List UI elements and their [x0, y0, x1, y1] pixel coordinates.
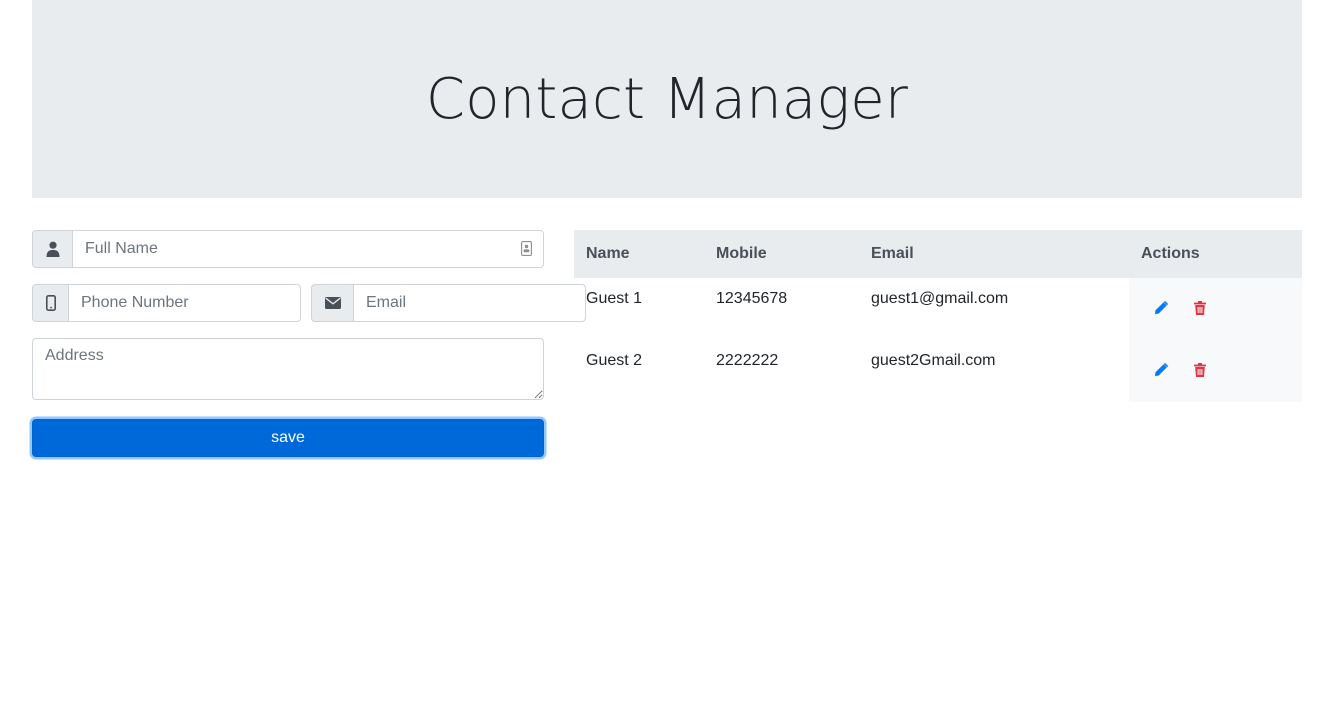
user-icon — [32, 230, 72, 268]
phone-group — [32, 284, 301, 322]
header-banner: Contact Manager — [32, 0, 1302, 198]
contact-form: save — [32, 230, 586, 457]
email-group — [311, 284, 586, 322]
full-name-group — [32, 230, 544, 268]
address-input[interactable] — [32, 338, 544, 400]
pencil-icon[interactable] — [1151, 298, 1171, 318]
contact-email: guest1@gmail.com — [871, 290, 1009, 307]
mobile-phone-icon — [32, 284, 68, 322]
envelope-icon — [311, 284, 353, 322]
column-header-actions: Actions — [1141, 245, 1200, 262]
contact-mobile: 2222222 — [716, 352, 779, 369]
contact-name: Guest 2 — [586, 352, 643, 369]
column-header-email: Email — [871, 245, 914, 262]
table-row: Guest 1 12345678 guest1@gmail.com — [574, 278, 1302, 340]
table-row: Guest 2 2222222 guest2Gmail.com — [574, 340, 1302, 402]
email-input[interactable] — [353, 284, 586, 322]
column-header-name: Name — [586, 245, 630, 262]
save-button[interactable]: save — [32, 419, 544, 457]
contact-card-icon — [521, 241, 532, 261]
contact-mobile: 12345678 — [716, 290, 788, 307]
contact-email: guest2Gmail.com — [871, 352, 996, 369]
trash-icon[interactable] — [1190, 360, 1210, 380]
table-header-row: Name Mobile Email Actions — [574, 230, 1302, 278]
pencil-icon[interactable] — [1151, 360, 1171, 380]
page-title: Contact Manager — [425, 66, 909, 132]
contact-name: Guest 1 — [586, 290, 643, 307]
contacts-table: Name Mobile Email Actions Guest 1 123456… — [574, 230, 1302, 402]
row-actions — [1129, 340, 1302, 402]
full-name-input[interactable] — [72, 230, 544, 268]
contacts-table-container: Name Mobile Email Actions Guest 1 123456… — [574, 230, 1302, 402]
row-actions — [1129, 278, 1302, 340]
column-header-mobile: Mobile — [716, 245, 767, 262]
phone-number-input[interactable] — [68, 284, 301, 322]
trash-icon[interactable] — [1190, 298, 1210, 318]
